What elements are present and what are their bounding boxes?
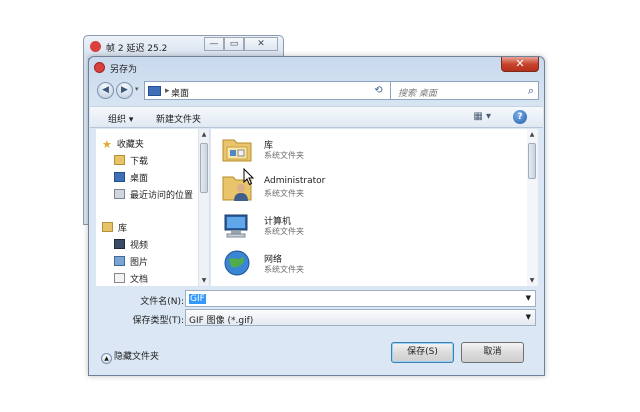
background-close-button[interactable]: ✕ (244, 37, 278, 51)
scroll-up-arrow[interactable]: ▲ (527, 131, 537, 138)
save-as-dialog: 另存为 ✕ ◀ ▶ ▾ ▸ 桌面 ▾ ⟲ 搜索 桌面 ⌕ 组织 ▾ 新建文件夹 … (88, 56, 545, 376)
file-type: 系统文件夹 (264, 151, 304, 160)
chevron-down-icon[interactable]: ▼ (526, 313, 531, 321)
nav-libraries[interactable]: 库 (102, 221, 127, 237)
nav-downloads-label: 下载 (130, 157, 149, 167)
nav-favorites-label: 收藏夹 (116, 140, 144, 150)
help-icon[interactable]: ? (513, 110, 527, 124)
filetype-label: 保存类型(T): (132, 316, 184, 326)
dialog-titlebar[interactable]: 另存为 ✕ (89, 57, 544, 77)
search-icon[interactable]: ⌕ (528, 84, 534, 98)
nav-downloads[interactable]: 下载 (114, 154, 148, 170)
background-window-title: 帧 2 延迟 25.2 (106, 44, 168, 54)
hide-folders-label: 隐藏文件夹 (114, 352, 160, 362)
video-icon (114, 239, 125, 249)
breadcrumb-separator[interactable]: ▸ (165, 86, 170, 96)
nav-documents-label: 文档 (130, 275, 149, 285)
downloads-folder-icon (114, 155, 125, 165)
nav-desktop-label: 桌面 (130, 174, 149, 184)
dialog-title: 另存为 (110, 65, 138, 75)
computer-icon (224, 214, 248, 238)
desktop-icon (114, 172, 125, 182)
maximize-button[interactable]: ▭ (224, 37, 244, 51)
file-item-network[interactable]: 网络 系统文件夹 (221, 247, 421, 281)
nav-recent[interactable]: 最近访问的位置 (114, 188, 193, 204)
app-icon (94, 62, 105, 73)
organize-menu[interactable]: 组织 ▾ (108, 112, 133, 125)
scrollbar-thumb[interactable] (200, 143, 208, 193)
toolbar: 组织 ▾ 新建文件夹 ▦ ▾ ? (90, 106, 543, 128)
library-icon (102, 222, 113, 232)
app-icon (90, 41, 101, 52)
file-item-library[interactable]: 库 系统文件夹 (221, 133, 421, 167)
filetype-value: GIF 图像 (*.gif) (189, 316, 254, 326)
minimize-button[interactable]: — (204, 37, 224, 51)
star-icon: ★ (102, 138, 112, 151)
refresh-icon[interactable]: ⟲ (370, 81, 387, 100)
scrollbar-thumb[interactable] (528, 143, 536, 179)
nav-libraries-label: 库 (118, 224, 128, 234)
breadcrumb-location[interactable]: 桌面 (171, 86, 189, 99)
mouse-cursor-icon (243, 168, 255, 186)
file-name: Administrator (264, 176, 326, 186)
file-list-scrollbar[interactable]: ▲ ▼ (527, 129, 538, 286)
navigation-pane: ★ 收藏夹 下载 桌面 最近访问的位置 库 视频 图片 文档 ▲ ▼ (96, 129, 210, 286)
nav-videos-label: 视频 (130, 241, 149, 251)
back-button[interactable]: ◀ (97, 82, 114, 99)
scroll-up-arrow[interactable]: ▲ (199, 131, 209, 138)
hide-folders-toggle[interactable]: ▲ 隐藏文件夹 (101, 349, 159, 364)
background-window-titlebar[interactable]: 帧 2 延迟 25.2 — ▭ ✕ (84, 36, 283, 58)
file-type: 系统文件夹 (264, 265, 304, 274)
recent-locations-dropdown[interactable]: ▾ (135, 85, 139, 93)
filename-input[interactable]: GIF ▼ (185, 290, 536, 307)
library-icon (222, 139, 252, 162)
document-icon (114, 273, 125, 283)
desktop-icon (148, 86, 161, 96)
filetype-select[interactable]: GIF 图像 (*.gif) ▼ (185, 309, 536, 326)
filename-label: 文件名(N): (140, 297, 184, 307)
nav-documents[interactable]: 文档 (114, 272, 148, 286)
close-button[interactable]: ✕ (501, 57, 539, 72)
scroll-down-arrow[interactable]: ▼ (527, 277, 537, 284)
nav-pictures[interactable]: 图片 (114, 255, 148, 271)
picture-icon (114, 256, 125, 266)
recent-places-icon (114, 189, 125, 199)
scroll-down-arrow[interactable]: ▼ (199, 277, 209, 284)
nav-videos[interactable]: 视频 (114, 238, 148, 254)
new-folder-button[interactable]: 新建文件夹 (156, 112, 201, 125)
network-icon (224, 250, 250, 276)
cancel-button[interactable]: 取消 (461, 342, 524, 363)
nav-scrollbar[interactable]: ▲ ▼ (198, 129, 209, 286)
filename-value[interactable]: GIF (189, 294, 206, 304)
nav-desktop[interactable]: 桌面 (114, 171, 148, 187)
chevron-down-icon[interactable]: ▼ (526, 294, 531, 302)
collapse-icon: ▲ (101, 353, 112, 364)
file-type: 系统文件夹 (264, 189, 304, 198)
save-button[interactable]: 保存(S) (391, 342, 454, 363)
forward-button[interactable]: ▶ (116, 82, 133, 99)
nav-pictures-label: 图片 (130, 258, 149, 268)
search-placeholder: 搜索 桌面 (398, 89, 437, 99)
nav-favorites[interactable]: ★ 收藏夹 (102, 137, 144, 153)
views-menu[interactable]: ▦ ▾ (473, 111, 491, 122)
address-bar[interactable]: ▸ 桌面 ▾ (144, 81, 400, 100)
search-input[interactable]: 搜索 桌面 ⌕ (390, 81, 539, 100)
file-type: 系统文件夹 (264, 227, 304, 236)
nav-recent-label: 最近访问的位置 (130, 191, 194, 201)
file-list: 库 系统文件夹 Administrator 系统文件夹 计算机 系统文件夹 网络… (211, 129, 538, 286)
file-item-computer[interactable]: 计算机 系统文件夹 (221, 209, 421, 243)
